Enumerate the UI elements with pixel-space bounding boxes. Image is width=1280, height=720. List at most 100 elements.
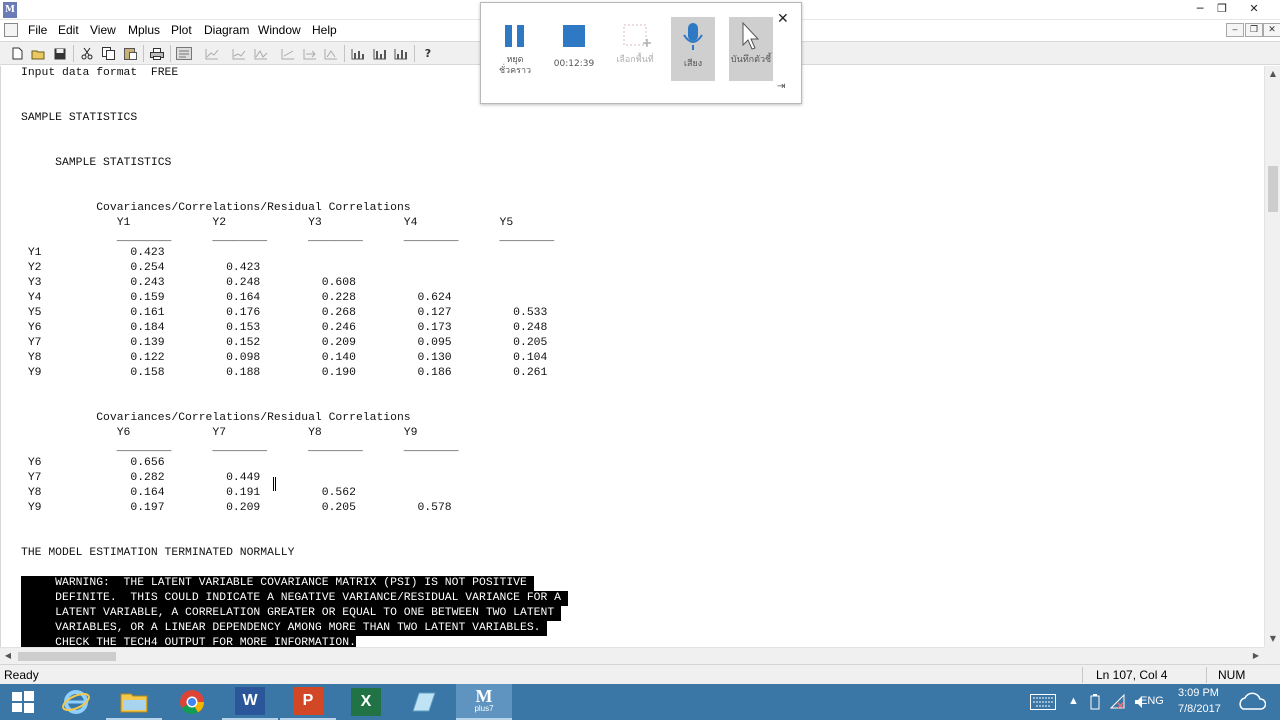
warning-line: WARNING: THE LATENT VARIABLE COVARIANCE …	[21, 576, 534, 591]
output-line: Y8 0.164 0.191 0.562	[21, 487, 356, 499]
audio-toggle-button[interactable]: เสียง	[671, 17, 715, 81]
menu-file[interactable]: File	[28, 23, 47, 37]
run-icon[interactable]	[175, 45, 193, 62]
menu-view[interactable]: View	[90, 23, 116, 37]
language-indicator[interactable]: ENG	[1140, 695, 1164, 707]
scroll-up-icon[interactable]: ▲	[1265, 66, 1280, 82]
bar-chart2-icon[interactable]	[371, 45, 389, 62]
menu-plot[interactable]: Plot	[171, 23, 192, 37]
clock-time[interactable]: 3:09 PM	[1178, 687, 1219, 699]
scroll-left-icon[interactable]: ◀	[0, 648, 16, 664]
menu-help[interactable]: Help	[312, 23, 337, 37]
output-line: ________ ________ ________ ________ ____…	[21, 232, 555, 244]
print-icon[interactable]	[148, 45, 166, 62]
plot4-icon[interactable]	[279, 45, 297, 62]
mplus-logo-icon: M	[3, 2, 17, 18]
microphone-icon	[683, 23, 703, 50]
clock-date[interactable]: 7/8/2017	[1178, 703, 1221, 715]
output-line: Y3 0.243 0.248 0.608	[21, 277, 356, 289]
paste-icon[interactable]	[121, 45, 139, 62]
status-separator	[1082, 667, 1083, 683]
output-line: SAMPLE STATISTICS	[21, 157, 172, 169]
stop-recording-button[interactable]: 00:12:39	[552, 17, 596, 81]
taskbar-file-explorer[interactable]	[106, 684, 162, 720]
word-icon: W	[235, 687, 265, 715]
taskbar-chrome[interactable]	[164, 684, 220, 720]
show-hidden-icons-icon[interactable]: ▲	[1068, 695, 1079, 707]
vertical-scrollbar[interactable]: ▲ ▼	[1264, 66, 1280, 647]
output-line: Y6 Y7 Y8 Y9	[21, 427, 418, 439]
taskbar-powerpoint[interactable]: P	[280, 684, 336, 720]
output-line: ________ ________ ________ ________	[21, 442, 459, 454]
toolbar-separator	[344, 45, 345, 62]
pause-icon	[505, 25, 524, 47]
plot-icon[interactable]	[203, 45, 221, 62]
menu-edit[interactable]: Edit	[58, 23, 79, 37]
output-line: Y5 0.161 0.176 0.268 0.127 0.533	[21, 307, 548, 319]
scroll-right-icon[interactable]: ▶	[1248, 648, 1264, 664]
recorder-close-icon[interactable]: ✕	[777, 11, 789, 27]
output-document[interactable]: Input data format FREE SAMPLE STATISTICS …	[0, 66, 1264, 647]
taskbar-mplus[interactable]: M plus7	[456, 684, 512, 720]
onedrive-cloud-icon[interactable]	[1236, 690, 1267, 715]
horizontal-scrollbar[interactable]: ◀ ▶	[0, 647, 1264, 664]
document-close-button[interactable]: ✕	[1263, 23, 1280, 37]
warning-line: LATENT VARIABLE, A CORRELATION GREATER O…	[21, 606, 562, 621]
select-area-icon	[623, 24, 651, 47]
document-minimize-button[interactable]: ‒	[1226, 23, 1244, 37]
plot5-icon[interactable]	[301, 45, 319, 62]
toolbar-separator	[170, 45, 171, 62]
copy-icon[interactable]	[99, 45, 117, 62]
battery-icon[interactable]	[1088, 694, 1102, 713]
scroll-down-icon[interactable]: ▼	[1265, 631, 1280, 647]
plot2-icon[interactable]	[230, 45, 248, 62]
output-line: Y1 Y2 Y3 Y4 Y5	[21, 217, 514, 229]
output-line: Y2 0.254 0.423	[21, 262, 261, 274]
document-restore-button[interactable]: ❐	[1245, 23, 1263, 37]
start-button[interactable]	[0, 684, 46, 720]
open-folder-icon[interactable]	[29, 45, 47, 62]
keyboard-icon[interactable]	[1030, 694, 1056, 713]
recorder-pin-icon[interactable]: ⇥	[777, 81, 785, 92]
select-area-button[interactable]: เลือกพื้นที่	[613, 17, 657, 81]
taskbar: W P X M plus7 ▲ ENG 3:09 PM 7/8/2017	[0, 684, 1280, 720]
taskbar-notes-app[interactable]	[396, 684, 452, 720]
pause-recording-button[interactable]: หยุดชั่วคราว	[493, 17, 537, 81]
help-icon[interactable]: ?	[419, 45, 437, 62]
window-close-button[interactable]: ✕	[1240, 0, 1268, 20]
status-num-lock: NUM	[1218, 668, 1246, 682]
output-line: Y8 0.122 0.098 0.140 0.130 0.104	[21, 352, 548, 364]
screen-recorder-panel: หยุดชั่วคราว 00:12:39 เลือกพื้นที่ เสียง…	[480, 2, 802, 104]
windows-logo-icon	[12, 691, 34, 713]
window-restore-button[interactable]: ❐	[1208, 0, 1236, 20]
document-icon[interactable]	[4, 23, 18, 37]
plot6-icon[interactable]	[322, 45, 340, 62]
cut-icon[interactable]	[78, 45, 96, 62]
status-ready: Ready	[4, 668, 39, 682]
taskbar-internet-explorer[interactable]	[48, 684, 104, 720]
text-cursor-icon	[273, 477, 276, 491]
toolbar-separator	[73, 45, 74, 62]
menu-diagram[interactable]: Diagram	[204, 23, 249, 37]
save-icon[interactable]	[51, 45, 69, 62]
chrome-icon	[180, 690, 204, 715]
record-pointer-button[interactable]: บันทึกตัวชี้	[729, 17, 773, 81]
warning-line: DEFINITE. THIS COULD INDICATE A NEGATIVE…	[21, 591, 568, 606]
vertical-scroll-thumb[interactable]	[1268, 166, 1278, 212]
menu-mplus[interactable]: Mplus	[128, 23, 160, 37]
menu-window[interactable]: Window	[258, 23, 301, 37]
plot3-icon[interactable]	[252, 45, 270, 62]
output-line: THE MODEL ESTIMATION TERMINATED NORMALLY	[21, 547, 295, 559]
output-line: Covariances/Correlations/Residual Correl…	[21, 202, 411, 214]
bar-chart3-icon[interactable]	[392, 45, 410, 62]
taskbar-word[interactable]: W	[222, 684, 278, 720]
output-line: Y9 0.158 0.188 0.190 0.186 0.261	[21, 367, 548, 379]
new-file-icon[interactable]	[8, 45, 26, 62]
horizontal-scroll-thumb[interactable]	[18, 652, 116, 661]
taskbar-excel[interactable]: X	[338, 684, 394, 720]
bar-chart-icon[interactable]	[349, 45, 367, 62]
output-line: Y7 0.139 0.152 0.209 0.095 0.205	[21, 337, 548, 349]
output-line: SAMPLE STATISTICS	[21, 112, 138, 124]
status-bar: Ready Ln 107, Col 4 NUM	[0, 664, 1280, 684]
network-icon[interactable]	[1109, 693, 1126, 713]
